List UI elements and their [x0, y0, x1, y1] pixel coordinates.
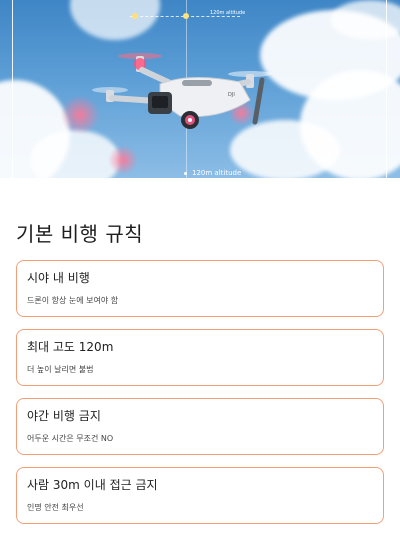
hud-marker	[183, 13, 189, 19]
hud-marker	[132, 13, 138, 19]
hud-frame-right	[386, 0, 387, 178]
lens-flare	[108, 145, 138, 175]
rule-description: 더 높이 날리면 불법	[27, 365, 94, 374]
rules-list: 시야 내 비행 드론이 항상 눈에 보여야 함 최대 고도 120m 더 높이 …	[16, 260, 384, 524]
rules-section: 기본 비행 규칙 시야 내 비행 드론이 항상 눈에 보여야 함 최대 고도 1…	[0, 220, 400, 524]
rule-description: 드론이 항상 눈에 보여야 함	[27, 296, 119, 305]
hud-bottom-dot	[184, 172, 187, 175]
hud-altitude-readout: 120m altitude	[192, 169, 242, 177]
rule-title: 시야 내 비행	[27, 271, 90, 285]
hud-top-readout: 120m altitude	[210, 10, 246, 16]
rule-card-max-altitude[interactable]: 최대 고도 120m 더 높이 날리면 불법	[16, 329, 384, 386]
drone-illustration: DJI	[92, 53, 272, 129]
section-title: 기본 비행 규칙	[16, 222, 144, 246]
rule-title: 사람 30m 이내 접근 금지	[27, 478, 158, 492]
cloud	[330, 0, 400, 40]
rule-card-people-distance[interactable]: 사람 30m 이내 접근 금지 인명 안전 최우선	[16, 467, 384, 524]
rule-title: 야간 비행 금지	[27, 409, 101, 423]
hero-image: 120m altitude 120m altitude DJI	[0, 0, 400, 178]
rule-card-no-night-flight[interactable]: 야간 비행 금지 어두운 시간은 무조건 NO	[16, 398, 384, 455]
cloud	[70, 0, 160, 40]
rule-description: 어두운 시간은 무조건 NO	[27, 434, 114, 443]
hud-frame-left	[12, 0, 13, 178]
drone-logo: DJI	[228, 92, 235, 98]
rule-title: 최대 고도 120m	[27, 340, 114, 354]
rule-card-line-of-sight[interactable]: 시야 내 비행 드론이 항상 눈에 보여야 함	[16, 260, 384, 317]
rule-description: 인명 안전 최우선	[27, 503, 84, 512]
